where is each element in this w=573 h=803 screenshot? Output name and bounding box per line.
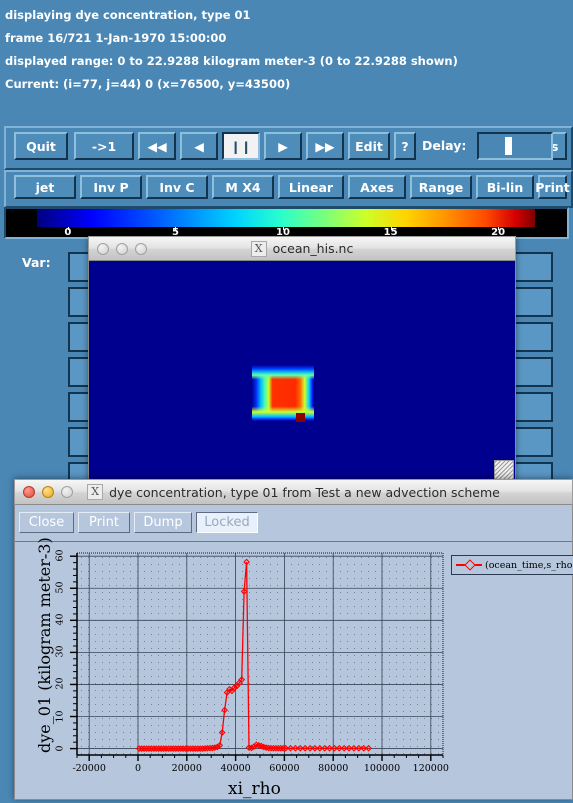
x11-app-icon: X — [87, 484, 103, 500]
play-button[interactable]: ▶ — [264, 132, 302, 160]
cursor-marker — [296, 413, 305, 422]
chart-x-tick-label: 40000 — [220, 763, 250, 774]
dye-plot-window: X dye concentration, type 01 from Test a… — [14, 479, 573, 800]
status-line-frame: frame 16/721 1-Jan-1970 15:00:00 — [5, 27, 565, 50]
scale-button[interactable]: Linear — [278, 175, 344, 199]
zoom-icon[interactable] — [61, 486, 73, 498]
variable-list-label: Var: — [22, 255, 51, 270]
ocean-his-window: X ocean_his.nc — [88, 236, 516, 482]
playback-toolbar: Quit->1◀◀◀❙❙▶▶▶Edit?Opts Delay: — [4, 126, 573, 170]
chart-y-tick-label: 30 — [55, 643, 66, 661]
interp-button[interactable]: Bi-lin — [476, 175, 534, 199]
ocean-window-titlebar[interactable]: X ocean_his.nc — [88, 236, 516, 261]
invert-c-button[interactable]: Inv C — [146, 175, 208, 199]
minimize-icon[interactable] — [42, 486, 54, 498]
plot-window-controls — [23, 486, 73, 498]
chart-legend: (ocean_time,s_rho,eta_rho) — [451, 555, 573, 575]
toolbar-divider — [15, 541, 572, 542]
rewind-fast-button[interactable]: ◀◀ — [138, 132, 176, 160]
chart-x-tick-label: 20000 — [172, 763, 202, 774]
print-button[interactable]: Print — [78, 512, 130, 533]
ocean-window-controls — [97, 243, 147, 255]
step-back-button[interactable]: ◀ — [180, 132, 218, 160]
chart-y-tick-label: 60 — [55, 547, 66, 565]
chart-x-tick-label: -20000 — [72, 763, 105, 774]
x11-app-icon: X — [251, 241, 267, 257]
help-button[interactable]: ? — [394, 132, 416, 160]
chart-y-tick-label: 50 — [55, 579, 66, 597]
pause-button[interactable]: ❙❙ — [222, 132, 260, 160]
invert-p-button[interactable]: Inv P — [80, 175, 142, 199]
colorbar[interactable]: 05101520 — [4, 207, 569, 239]
axes-button[interactable]: Axes — [348, 175, 406, 199]
chart-y-tick-label: 0 — [55, 739, 66, 757]
chart-x-tick-label: 60000 — [269, 763, 299, 774]
delay-label: Delay: — [422, 138, 466, 153]
legend-series-label: (ocean_time,s_rho,eta_rho) — [485, 560, 573, 571]
chart-x-tick-label: 80000 — [318, 763, 348, 774]
colorbar-gradient — [37, 209, 535, 227]
ocean-data-canvas[interactable] — [88, 261, 516, 482]
chart-x-axis-title: xi_rho — [228, 779, 281, 799]
frame-jump-button[interactable]: ->1 — [74, 132, 134, 160]
chart-y-tick-label: 40 — [55, 611, 66, 629]
plot-window-titlebar[interactable]: X dye concentration, type 01 from Test a… — [14, 479, 573, 505]
ocean-window-title: X ocean_his.nc — [89, 241, 515, 257]
delay-slider-thumb[interactable] — [505, 137, 512, 155]
legend-marker-icon — [456, 560, 482, 570]
range-button[interactable]: Range — [410, 175, 472, 199]
chart-x-tick-label: 120000 — [413, 763, 449, 774]
edit-button[interactable]: Edit — [348, 132, 390, 160]
zoom-icon[interactable] — [135, 243, 147, 255]
close-icon[interactable] — [97, 243, 109, 255]
status-info-block: displaying dye concentration, type 01 fr… — [5, 4, 565, 96]
quit-button[interactable]: Quit — [14, 132, 68, 160]
chart-svg — [15, 543, 572, 799]
print-button[interactable]: Print — [538, 175, 567, 199]
chart-y-axis-title: dye_01 (kilogram meter-3) — [35, 537, 54, 753]
plot-window-title: X dye concentration, type 01 from Test a… — [15, 484, 572, 500]
plot-window-body: ClosePrintDumpLocked dye_01 (kilogram me… — [14, 505, 573, 800]
colorbar-tick-label: 0 — [64, 227, 71, 238]
locked-button[interactable]: Locked — [196, 512, 258, 533]
forward-fast-button[interactable]: ▶▶ — [306, 132, 344, 160]
colormap-button[interactable]: jet — [14, 175, 76, 199]
chart-x-tick-label: 0 — [135, 763, 141, 774]
close-button[interactable]: Close — [19, 512, 74, 533]
status-line-display: displaying dye concentration, type 01 — [5, 4, 565, 27]
resize-grip[interactable] — [494, 460, 514, 480]
chart-y-tick-label: 20 — [55, 675, 66, 693]
plot-window-title-text: dye concentration, type 01 from Test a n… — [109, 485, 500, 500]
magnify-button[interactable]: M X4 — [212, 175, 274, 199]
dye-concentration-chart: dye_01 (kilogram meter-3) xi_rho (ocean_… — [15, 543, 572, 799]
status-line-range: displayed range: 0 to 22.9288 kilogram m… — [5, 50, 565, 73]
dump-button[interactable]: Dump — [134, 512, 192, 533]
status-line-current: Current: (i=77, j=44) 0 (x=76500, y=4350… — [5, 73, 565, 96]
close-icon[interactable] — [23, 486, 35, 498]
delay-slider[interactable] — [477, 132, 553, 160]
ocean-window-title-text: ocean_his.nc — [273, 241, 354, 256]
minimize-icon[interactable] — [116, 243, 128, 255]
chart-y-tick-label: 10 — [55, 707, 66, 725]
display-options-toolbar: jetInv PInv CM X4LinearAxesRangeBi-linPr… — [4, 170, 573, 208]
chart-x-tick-label: 100000 — [364, 763, 400, 774]
